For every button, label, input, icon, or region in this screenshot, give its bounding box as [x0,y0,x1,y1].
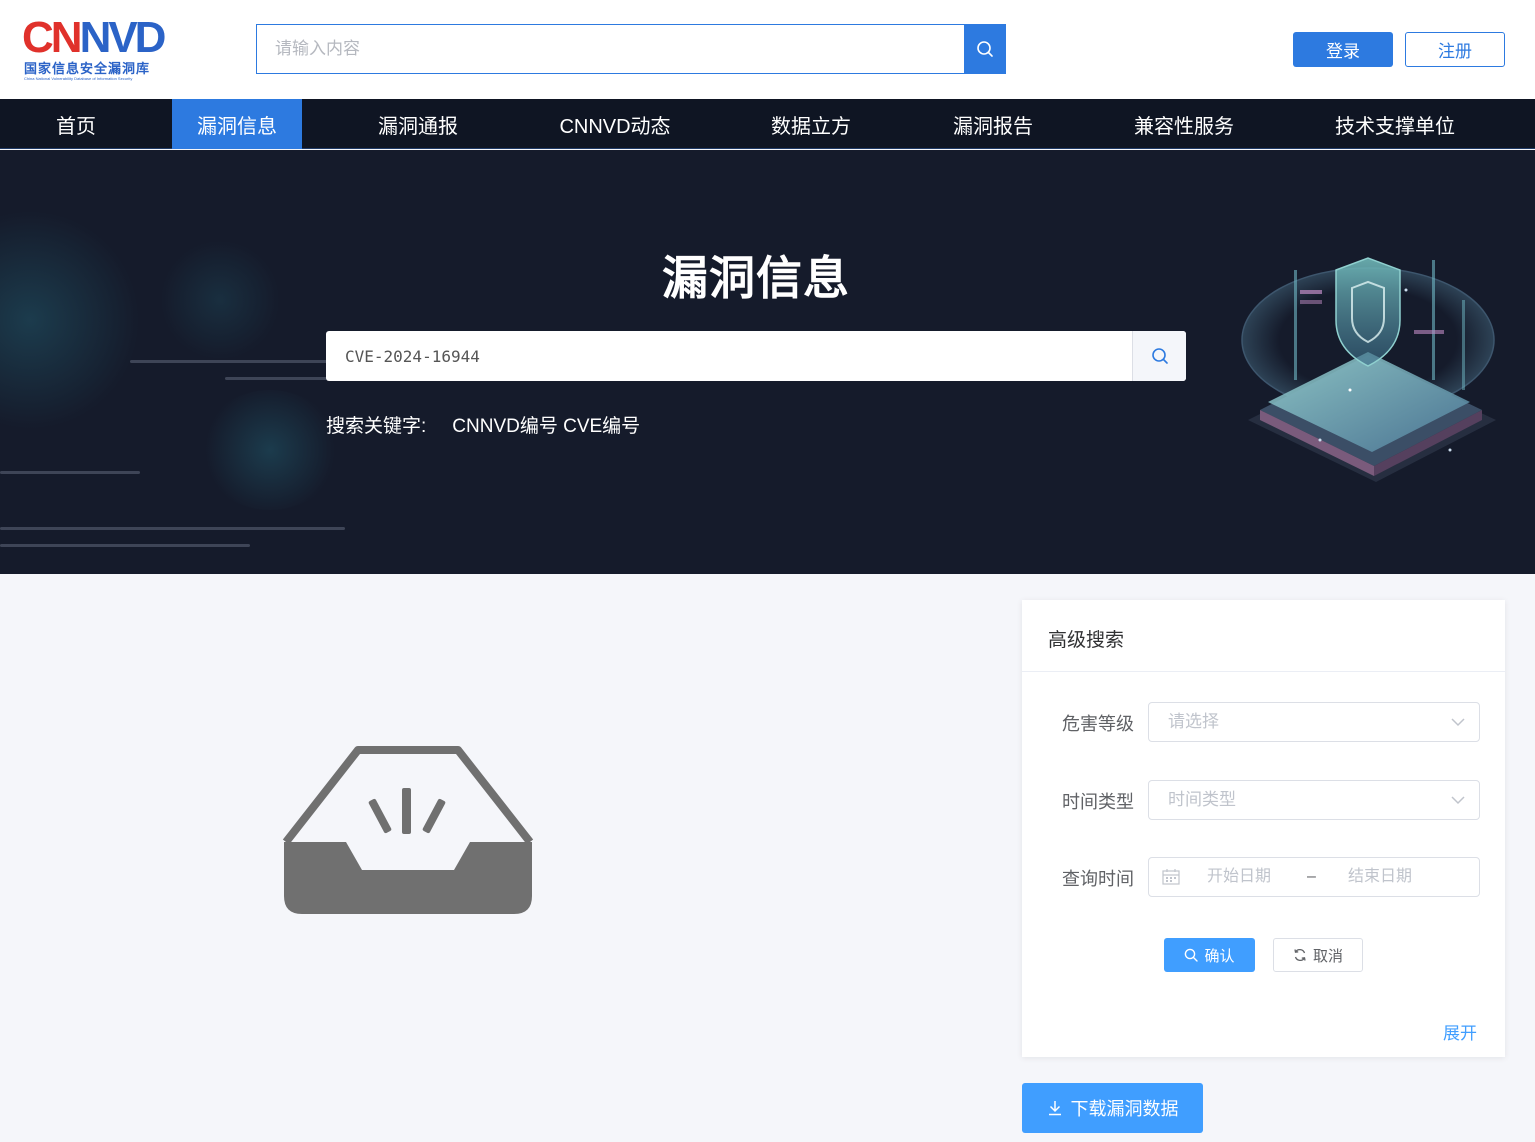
start-date-input[interactable]: 开始日期 [1207,858,1271,896]
hero-banner: 漏洞信息 搜索关键字:CNNVD编号 CVE编号 [0,150,1535,574]
panel-divider [1022,671,1505,672]
time-type-label: 时间类型 [1062,792,1134,812]
header-search-input[interactable] [257,25,965,73]
nav-item-compatibility-service[interactable]: 兼容性服务 [1114,99,1254,149]
nav-item-data-cube[interactable]: 数据立方 [750,99,872,149]
query-time-label: 查询时间 [1062,869,1134,889]
download-data-button[interactable]: 下载漏洞数据 [1022,1083,1203,1133]
nav-item-home[interactable]: 首页 [22,99,130,149]
code-decoration [130,360,330,363]
advanced-search-panel: 高级搜索 危害等级 请选择 时间类型 时间类型 查询时间 开始日期 – 结束日期… [1022,600,1505,1057]
search-icon [976,41,993,57]
search-icon [1185,948,1199,962]
code-decoration [225,377,335,380]
date-separator: – [1307,868,1316,885]
chevron-down-icon [1451,718,1465,727]
site-header: CNNVD 国家信息安全漏洞库 China National Vulnerabi… [0,0,1535,99]
register-button[interactable]: 注册 [1405,32,1505,67]
cancel-button[interactable]: 取消 [1273,938,1363,972]
cnnvd-logo[interactable]: CNNVD 国家信息安全漏洞库 China National Vulnerabi… [22,16,174,84]
logo-chinese-name: 国家信息安全漏洞库 [24,61,151,76]
nav-item-cnnvd-news[interactable]: CNNVD动态 [540,99,690,149]
download-data-label: 下载漏洞数据 [1070,1099,1179,1119]
security-shield-illustration [1241,257,1496,482]
search-keywords-values: CNNVD编号 CVE编号 [452,416,641,437]
cancel-button-label: 取消 [1312,947,1343,965]
hero-glow [200,390,340,510]
date-range-picker: 开始日期 – 结束日期 [1148,857,1480,897]
logo-english-name: China National Vulnerability Database of… [24,76,133,81]
nav-item-vulnerability-reports[interactable]: 漏洞报告 [932,99,1054,149]
logo-mark: CNNVD [22,13,166,62]
severity-label: 危害等级 [1062,714,1134,734]
time-type-select-placeholder: 时间类型 [1168,790,1236,809]
severity-select-placeholder: 请选择 [1168,712,1219,731]
refresh-icon [1294,948,1306,962]
calendar-icon [1162,869,1180,885]
vulnerability-search [326,331,1186,381]
expand-link[interactable]: 展开 [1443,1019,1477,1044]
login-button[interactable]: 登录 [1293,32,1393,67]
code-decoration [0,544,250,547]
severity-select[interactable]: 请选择 [1148,702,1480,742]
confirm-button-label: 确认 [1204,947,1235,965]
main-nav: 首页 漏洞信息 漏洞通报 CNNVD动态 数据立方 漏洞报告 兼容性服务 技术支… [0,99,1535,149]
nav-item-vulnerability-info[interactable]: 漏洞信息 [172,99,302,149]
time-type-select[interactable]: 时间类型 [1148,780,1480,820]
chevron-down-icon [1451,796,1465,805]
end-date-input[interactable]: 结束日期 [1348,858,1412,896]
search-keywords-label: 搜索关键字: [326,416,427,437]
empty-inbox-icon [282,746,534,914]
confirm-button[interactable]: 确认 [1164,938,1255,972]
code-decoration [0,527,345,530]
nav-item-vulnerability-bulletin[interactable]: 漏洞通报 [352,99,484,149]
download-icon [1048,1101,1061,1116]
advanced-search-title: 高级搜索 [1048,630,1125,651]
vulnerability-search-button[interactable] [1132,331,1186,381]
vulnerability-search-input[interactable] [326,331,1132,381]
code-decoration [0,471,140,474]
header-search-button[interactable] [964,25,1005,73]
header-search [256,24,1006,74]
search-icon [1151,348,1168,364]
nav-item-technical-support[interactable]: 技术支撑单位 [1316,99,1474,149]
search-keywords: 搜索关键字: CNNVD编号 CVE编号 [326,411,640,438]
